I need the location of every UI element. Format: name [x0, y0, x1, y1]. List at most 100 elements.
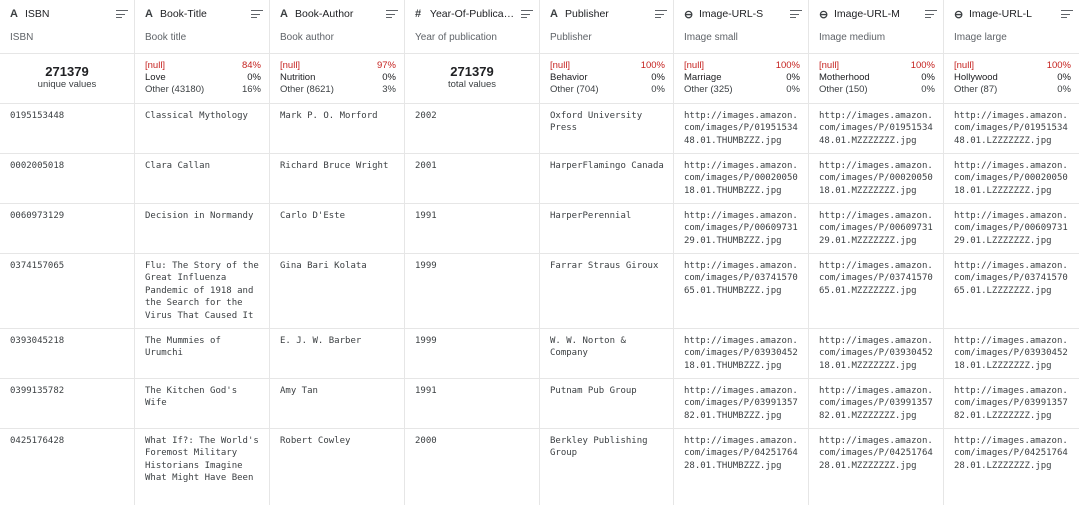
- column-title: Publisher: [565, 8, 609, 20]
- cell-image-url-m[interactable]: http://images.amazon.com/images/P/019515…: [809, 103, 944, 153]
- cell-publisher[interactable]: HarperFlamingo Canada: [540, 153, 674, 203]
- column-menu-icon[interactable]: [925, 9, 937, 19]
- cell-year[interactable]: 1991: [405, 378, 540, 428]
- stat-pct: 0%: [651, 84, 665, 95]
- cell-image-url-m[interactable]: http://images.amazon.com/images/P/037415…: [809, 253, 944, 328]
- column-title: Image-URL-L: [969, 8, 1033, 20]
- cell-image-url-m[interactable]: http://images.amazon.com/images/P/039913…: [809, 378, 944, 428]
- column-header-book-title[interactable]: A Book-Title: [135, 0, 270, 28]
- column-header-book-author[interactable]: A Book-Author: [270, 0, 405, 28]
- cell-image-url-s[interactable]: http://images.amazon.com/images/P/042517…: [674, 428, 809, 505]
- stat-key: Love: [145, 72, 166, 83]
- cell-image-url-m[interactable]: http://images.amazon.com/images/P/006097…: [809, 203, 944, 253]
- cell-book-title[interactable]: The Mummies of Urumchi: [135, 328, 270, 378]
- column-header-image-url-s[interactable]: ⊖ Image-URL-S: [674, 0, 809, 28]
- cell-book-author[interactable]: E. J. W. Barber: [270, 328, 405, 378]
- column-title: Image-URL-M: [834, 8, 900, 20]
- stat-image-url-l: [null] 100% Hollywood 0% Other (87) 0%: [944, 53, 1079, 103]
- cell-image-url-l[interactable]: http://images.amazon.com/images/P/039304…: [944, 328, 1079, 378]
- numeric-type-icon: #: [415, 8, 422, 20]
- cell-book-title[interactable]: Flu: The Story of the Great Influenza Pa…: [135, 253, 270, 328]
- cell-image-url-m[interactable]: http://images.amazon.com/images/P/039304…: [809, 328, 944, 378]
- cell-isbn[interactable]: 0374157065: [0, 253, 135, 328]
- cell-isbn[interactable]: 0399135782: [0, 378, 135, 428]
- cell-image-url-s[interactable]: http://images.amazon.com/images/P/039913…: [674, 378, 809, 428]
- column-header-image-url-l[interactable]: ⊖ Image-URL-L: [944, 0, 1079, 28]
- cell-publisher[interactable]: HarperPerennial: [540, 203, 674, 253]
- cell-isbn[interactable]: 0195153448: [0, 103, 135, 153]
- cell-image-url-l[interactable]: http://images.amazon.com/images/P/006097…: [944, 203, 1079, 253]
- cell-publisher[interactable]: Oxford University Press: [540, 103, 674, 153]
- column-header-isbn[interactable]: A ISBN: [0, 0, 135, 28]
- column-menu-icon[interactable]: [655, 9, 667, 19]
- cell-book-author[interactable]: Mark P. O. Morford: [270, 103, 405, 153]
- stat-pct: 0%: [382, 72, 396, 83]
- cell-image-url-l[interactable]: http://images.amazon.com/images/P/000200…: [944, 153, 1079, 203]
- cell-publisher[interactable]: Putnam Pub Group: [540, 378, 674, 428]
- cell-book-author[interactable]: Gina Bari Kolata: [270, 253, 405, 328]
- cell-book-author[interactable]: Robert Cowley: [270, 428, 405, 505]
- unique-label: unique values: [37, 79, 97, 90]
- stat-key: [null]: [819, 60, 840, 71]
- cell-image-url-l[interactable]: http://images.amazon.com/images/P/042517…: [944, 428, 1079, 505]
- cell-image-url-s[interactable]: http://images.amazon.com/images/P/037415…: [674, 253, 809, 328]
- column-title: Book-Author: [295, 8, 354, 20]
- stat-book-title: [null] 84% Love 0% Other (43180) 16%: [135, 53, 270, 103]
- cell-book-author[interactable]: Richard Bruce Wright: [270, 153, 405, 203]
- column-menu-icon[interactable]: [790, 9, 802, 19]
- string-type-icon: A: [550, 8, 558, 20]
- stat-pct: 0%: [247, 72, 261, 83]
- stat-key: Other (8621): [280, 84, 334, 95]
- cell-image-url-m[interactable]: http://images.amazon.com/images/P/000200…: [809, 153, 944, 203]
- string-type-icon: A: [280, 8, 288, 20]
- column-menu-icon[interactable]: [116, 9, 128, 19]
- cell-image-url-l[interactable]: http://images.amazon.com/images/P/039913…: [944, 378, 1079, 428]
- column-description: Year of publication: [405, 28, 540, 53]
- stat-pct: 0%: [1057, 72, 1071, 83]
- column-menu-icon[interactable]: [521, 9, 533, 19]
- column-header-image-url-m[interactable]: ⊖ Image-URL-M: [809, 0, 944, 28]
- column-menu-icon[interactable]: [1061, 9, 1073, 19]
- cell-year[interactable]: 1999: [405, 328, 540, 378]
- stat-pct: 100%: [1046, 60, 1071, 71]
- cell-isbn[interactable]: 0002005018: [0, 153, 135, 203]
- cell-image-url-m[interactable]: http://images.amazon.com/images/P/042517…: [809, 428, 944, 505]
- table-row: 0399135782 The Kitchen God's Wife Amy Ta…: [0, 378, 1079, 429]
- stat-key: [null]: [550, 60, 571, 71]
- cell-book-title[interactable]: Classical Mythology: [135, 103, 270, 153]
- table-row: 0195153448 Classical Mythology Mark P. O…: [0, 103, 1079, 154]
- cell-year[interactable]: 2001: [405, 153, 540, 203]
- cell-year[interactable]: 1999: [405, 253, 540, 328]
- column-menu-icon[interactable]: [251, 9, 263, 19]
- cell-year[interactable]: 2002: [405, 103, 540, 153]
- cell-book-author[interactable]: Carlo D'Este: [270, 203, 405, 253]
- cell-publisher[interactable]: Farrar Straus Giroux: [540, 253, 674, 328]
- cell-isbn[interactable]: 0060973129: [0, 203, 135, 253]
- column-menu-icon[interactable]: [386, 9, 398, 19]
- column-title: Year-Of-Publicati...: [429, 8, 517, 20]
- cell-isbn[interactable]: 0393045218: [0, 328, 135, 378]
- cell-isbn[interactable]: 0425176428: [0, 428, 135, 505]
- cell-book-title[interactable]: The Kitchen God's Wife: [135, 378, 270, 428]
- cell-book-author[interactable]: Amy Tan: [270, 378, 405, 428]
- cell-image-url-s[interactable]: http://images.amazon.com/images/P/019515…: [674, 103, 809, 153]
- cell-publisher[interactable]: Berkley Publishing Group: [540, 428, 674, 505]
- column-header-year[interactable]: # Year-Of-Publicati...: [405, 0, 540, 28]
- cell-year[interactable]: 1991: [405, 203, 540, 253]
- cell-book-title[interactable]: Clara Callan: [135, 153, 270, 203]
- cell-image-url-s[interactable]: http://images.amazon.com/images/P/039304…: [674, 328, 809, 378]
- table-row: 0393045218 The Mummies of Urumchi E. J. …: [0, 328, 1079, 379]
- column-description: Book title: [135, 28, 270, 53]
- column-description: Image small: [674, 28, 809, 53]
- cell-publisher[interactable]: W. W. Norton & Company: [540, 328, 674, 378]
- cell-image-url-l[interactable]: http://images.amazon.com/images/P/037415…: [944, 253, 1079, 328]
- cell-year[interactable]: 2000: [405, 428, 540, 505]
- cell-book-title[interactable]: What If?: The World's Foremost Military …: [135, 428, 270, 505]
- column-header-publisher[interactable]: A Publisher: [540, 0, 674, 28]
- cell-book-title[interactable]: Decision in Normandy: [135, 203, 270, 253]
- cell-image-url-s[interactable]: http://images.amazon.com/images/P/006097…: [674, 203, 809, 253]
- stat-key: Other (150): [819, 84, 868, 95]
- cell-image-url-s[interactable]: http://images.amazon.com/images/P/000200…: [674, 153, 809, 203]
- cell-image-url-l[interactable]: http://images.amazon.com/images/P/019515…: [944, 103, 1079, 153]
- stat-pct: 100%: [775, 60, 800, 71]
